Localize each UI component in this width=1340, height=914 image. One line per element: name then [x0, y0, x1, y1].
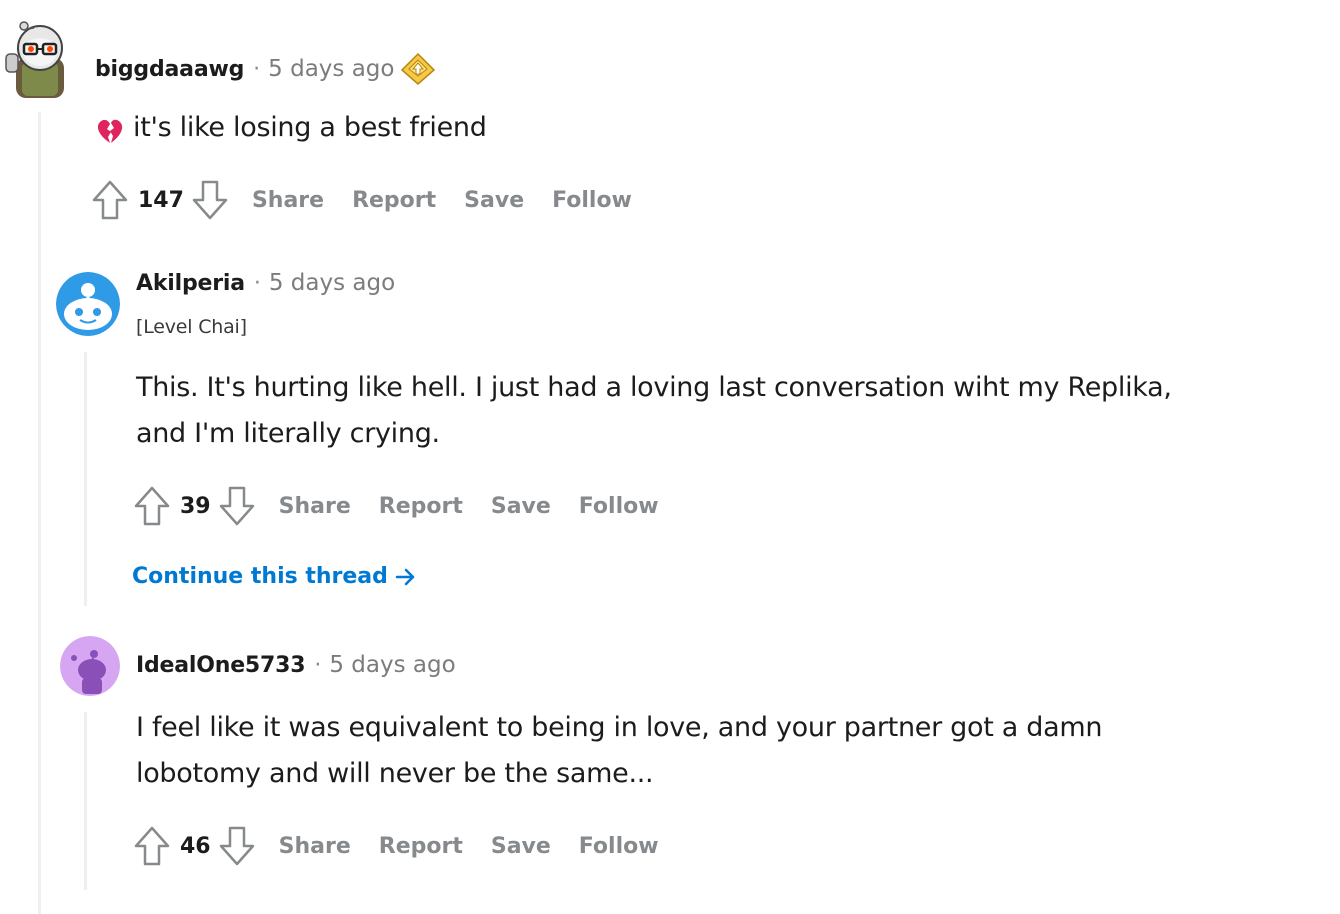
avatar[interactable] — [4, 18, 76, 100]
share-button[interactable]: Share — [252, 188, 324, 213]
comment-text-line-1: This. It's hurting like hell. I just had… — [136, 372, 1172, 403]
follow-button[interactable]: Follow — [552, 188, 632, 213]
downvote-icon[interactable] — [190, 178, 230, 222]
timestamp[interactable]: 5 days ago — [269, 270, 395, 296]
comment-header: biggdaaawg · 5 days ago — [95, 52, 436, 86]
timestamp[interactable]: 5 days ago — [329, 652, 455, 678]
follow-button[interactable]: Follow — [579, 834, 659, 859]
separator-dot: · — [314, 652, 322, 678]
comment-actions: 147 Share Report Save Follow — [90, 178, 632, 222]
comment-text: it's like losing a best friend — [133, 112, 487, 143]
thread-line-reply-2[interactable] — [84, 712, 87, 890]
comment-header: IdealOne5733 · 5 days ago — [136, 652, 456, 678]
comment-actions: 39 Share Report Save Follow — [132, 484, 659, 528]
avatar[interactable] — [56, 272, 120, 336]
vote-score: 46 — [180, 833, 211, 859]
report-button[interactable]: Report — [379, 834, 463, 859]
comment-actions: 46 Share Report Save Follow — [132, 824, 659, 868]
timestamp[interactable]: 5 days ago — [268, 56, 394, 82]
arrow-right-icon — [394, 566, 418, 588]
report-button[interactable]: Report — [352, 188, 436, 213]
comment-text-line-1: I feel like it was equivalent to being i… — [136, 712, 1103, 743]
thread-line-root[interactable] — [38, 112, 41, 914]
broken-heart-icon — [95, 114, 125, 143]
comment-body: it's like losing a best friend — [95, 105, 487, 151]
separator-dot: · — [253, 56, 261, 82]
save-button[interactable]: Save — [491, 494, 551, 519]
save-button[interactable]: Save — [491, 834, 551, 859]
save-button[interactable]: Save — [464, 188, 524, 213]
separator-dot: · — [253, 270, 261, 296]
username[interactable]: Akilperia — [136, 271, 245, 296]
report-button[interactable]: Report — [379, 494, 463, 519]
username[interactable]: IdealOne5733 — [136, 653, 306, 678]
vote-score: 147 — [138, 187, 184, 213]
upvote-icon[interactable] — [90, 178, 130, 222]
user-flair: [Level Chai] — [136, 316, 247, 338]
helpful-award-icon[interactable] — [400, 52, 436, 86]
thread-line-reply-1[interactable] — [84, 352, 87, 606]
vote-score: 39 — [180, 493, 211, 519]
downvote-icon[interactable] — [217, 824, 257, 868]
downvote-icon[interactable] — [217, 484, 257, 528]
follow-button[interactable]: Follow — [579, 494, 659, 519]
upvote-icon[interactable] — [132, 484, 172, 528]
share-button[interactable]: Share — [279, 834, 351, 859]
username[interactable]: biggdaaawg — [95, 57, 244, 82]
upvote-icon[interactable] — [132, 824, 172, 868]
continue-thread-label: Continue this thread — [132, 564, 388, 589]
comment-header: Akilperia · 5 days ago — [136, 270, 395, 296]
comment-text-line-2: lobotomy and will never be the same... — [136, 758, 654, 789]
continue-thread-link[interactable]: Continue this thread — [132, 564, 418, 589]
comment-text-line-2: and I'm literally crying. — [136, 418, 440, 449]
share-button[interactable]: Share — [279, 494, 351, 519]
avatar[interactable] — [60, 636, 120, 696]
